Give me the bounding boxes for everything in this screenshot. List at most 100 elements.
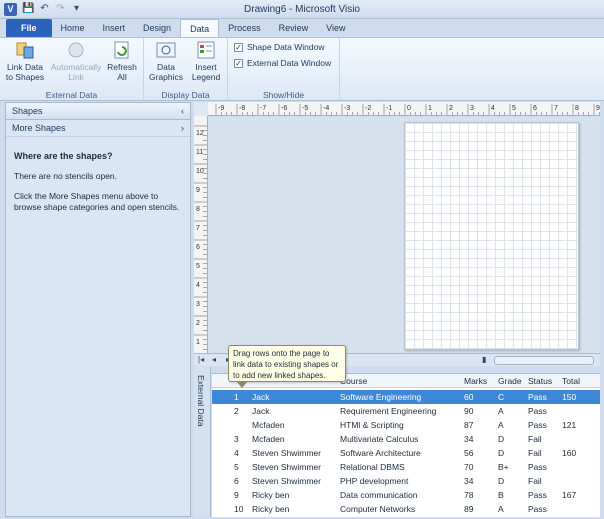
tab-process[interactable]: Process bbox=[219, 19, 270, 37]
ruler-label: -7 bbox=[260, 105, 266, 112]
ruler-corner bbox=[194, 102, 208, 116]
grid-cell: 34 bbox=[464, 434, 474, 444]
tab-design[interactable]: Design bbox=[134, 19, 180, 37]
grid-cell: 160 bbox=[562, 448, 577, 458]
ruler-label: 7 bbox=[554, 105, 558, 112]
ruler-label: -1 bbox=[386, 105, 392, 112]
table-row[interactable]: 5 Steven Shwimmer Relational DBMS 70 B+ Pass bbox=[212, 460, 600, 474]
tab-insert[interactable]: Insert bbox=[94, 19, 135, 37]
page-splitter-icon[interactable]: ▮ bbox=[482, 355, 486, 364]
grid-cell: Pass bbox=[528, 406, 547, 416]
drawing-canvas[interactable] bbox=[208, 117, 600, 353]
collapse-arrow-icon[interactable]: ‹ bbox=[181, 103, 184, 119]
grid-cell: Total bbox=[562, 376, 580, 386]
data-graphics-icon bbox=[155, 40, 177, 60]
more-shapes-hint: Click the More Shapes menu above to brow… bbox=[14, 191, 180, 212]
grid-cell: Data communication bbox=[340, 490, 418, 500]
grid-cell: Steven Shwimmer bbox=[252, 476, 321, 486]
grid-cell: A bbox=[498, 504, 504, 514]
first-page-icon[interactable]: |◂ bbox=[198, 355, 204, 364]
drawing-page[interactable] bbox=[404, 122, 579, 350]
grid-cell: 34 bbox=[464, 476, 474, 486]
grid-cell: 167 bbox=[562, 490, 577, 500]
data-graphics-button[interactable]: Data Graphics bbox=[146, 40, 186, 82]
grid-cell: 90 bbox=[464, 406, 474, 416]
prev-page-icon[interactable]: ◂ bbox=[212, 355, 216, 364]
grid-cell: Pass bbox=[528, 392, 547, 402]
checkbox-checked[interactable]: ✓ bbox=[234, 42, 243, 52]
grid-cell: D bbox=[498, 476, 505, 486]
grid-cell: Grade bbox=[498, 376, 522, 386]
grid-cell: B bbox=[498, 490, 504, 500]
table-row[interactable]: 6 Steven Shwimmer PHP development 34 D Fail bbox=[212, 474, 600, 488]
ruler-label: 8 bbox=[196, 206, 200, 213]
ruler-label: 1 bbox=[196, 339, 200, 346]
tab-home[interactable]: Home bbox=[52, 19, 94, 37]
grid-cell: 78 bbox=[464, 490, 474, 500]
ruler-label: 3 bbox=[196, 301, 200, 308]
table-row[interactable]: 9 Ricky ben Data communication 78 B Pass 167 bbox=[212, 488, 600, 502]
display-data-group: Data Graphics Insert Legend Display Data bbox=[144, 38, 228, 101]
insert-legend-button[interactable]: Insert Legend bbox=[186, 40, 226, 82]
grid-cell: 9 bbox=[234, 490, 239, 500]
grid-cell: Software Engineering bbox=[340, 392, 422, 402]
no-stencils-text: There are no stencils open. bbox=[14, 171, 118, 181]
refresh-all-button[interactable]: Refresh All bbox=[104, 40, 140, 82]
horizontal-ruler: -9-8-7-6-5-4-3-2-1012345678910 bbox=[208, 102, 600, 116]
grid-cell: Pass bbox=[528, 490, 547, 500]
grid-cell: 4 bbox=[234, 448, 239, 458]
ruler-label: 9 bbox=[196, 187, 200, 194]
grid-cell: Ricky ben bbox=[252, 504, 290, 514]
vertical-ruler: 12 11 10 9 8 7 6 5 4 3 2 1 bbox=[194, 116, 208, 353]
ruler-label: -8 bbox=[239, 105, 245, 112]
ruler-label: 0 bbox=[407, 105, 411, 112]
ruler-label: 6 bbox=[196, 244, 200, 251]
ruler-label: 4 bbox=[491, 105, 495, 112]
grid-cell: Marks bbox=[464, 376, 488, 386]
grid-cell: D bbox=[498, 434, 505, 444]
ruler-label: 7 bbox=[196, 225, 200, 232]
scrollbar-thumb[interactable] bbox=[494, 356, 594, 365]
legend-icon bbox=[195, 40, 217, 60]
grid-cell: Software Architecture bbox=[340, 448, 421, 458]
tab-view[interactable]: View bbox=[317, 19, 354, 37]
ruler-label: 2 bbox=[196, 320, 200, 327]
table-row[interactable]: 1 Jack Software Engineering 60 C Pass 150 bbox=[212, 390, 600, 404]
tab-review[interactable]: Review bbox=[270, 19, 318, 37]
shapes-pane-body: Where are the shapes? There are no stenc… bbox=[6, 137, 190, 236]
grid-cell: Pass bbox=[528, 420, 547, 430]
table-row[interactable]: 2 Jack Requirement Engineering 90 A Pass bbox=[212, 404, 600, 418]
grid-cell: 121 bbox=[562, 420, 577, 430]
checkbox-checked[interactable]: ✓ bbox=[234, 58, 243, 68]
external-data-grid[interactable]: Course Marks Grade Status Total 1 Jack Software… bbox=[212, 373, 600, 517]
more-shapes-menu[interactable]: More Shapes › bbox=[6, 120, 190, 137]
table-row[interactable]: 4 Steven Shwimmer Software Architecture 56 D… bbox=[212, 446, 600, 460]
automatically-link-button[interactable]: Automatically Link bbox=[48, 40, 104, 82]
ruler-label: 4 bbox=[196, 282, 200, 289]
ruler-label: -5 bbox=[302, 105, 308, 112]
table-row[interactable]: 3 Mcfaden Multivariate Calculus 34 D Fail bbox=[212, 432, 600, 446]
shape-data-window-checkbox[interactable]: ✓ Shape Data Window bbox=[234, 42, 325, 52]
ribbon: Link Data to Shapes Automatically Link R… bbox=[0, 37, 604, 101]
external-data-window-checkbox[interactable]: ✓ External Data Window bbox=[234, 58, 331, 68]
grid-cell: C bbox=[498, 392, 505, 402]
tooltip-tail bbox=[236, 381, 248, 388]
refresh-icon bbox=[111, 40, 133, 60]
external-data-tab[interactable]: External Data bbox=[194, 367, 211, 517]
drag-rows-tooltip: Drag rows onto the page to link data to … bbox=[228, 345, 346, 382]
grid-cell: Multivariate Calculus bbox=[340, 434, 419, 444]
grid-cell: Computer Networks bbox=[340, 504, 416, 514]
ruler-label: -4 bbox=[323, 105, 329, 112]
shapes-pane-header[interactable]: Shapes ‹ bbox=[6, 103, 190, 120]
tab-data[interactable]: Data bbox=[180, 19, 220, 37]
chevron-right-icon: › bbox=[181, 123, 184, 133]
table-row[interactable]: 10 Ricky ben Computer Networks 89 A Pass bbox=[212, 502, 600, 516]
grid-cell: Steven Shwimmer bbox=[252, 462, 321, 472]
grid-cell: Mcfaden bbox=[252, 420, 285, 430]
pane-heading: Where are the shapes? bbox=[14, 151, 113, 161]
title-bar: V 💾 ↶ ↷ ▾ Drawing6 - Microsoft Visio bbox=[0, 0, 604, 19]
grid-cell: 3 bbox=[234, 434, 239, 444]
tab-file[interactable]: File bbox=[6, 19, 52, 37]
table-row[interactable]: Mcfaden HTMl & Scripting 87 A Pass 121 bbox=[212, 418, 600, 432]
link-data-to-shapes-button[interactable]: Link Data to Shapes bbox=[5, 40, 45, 82]
